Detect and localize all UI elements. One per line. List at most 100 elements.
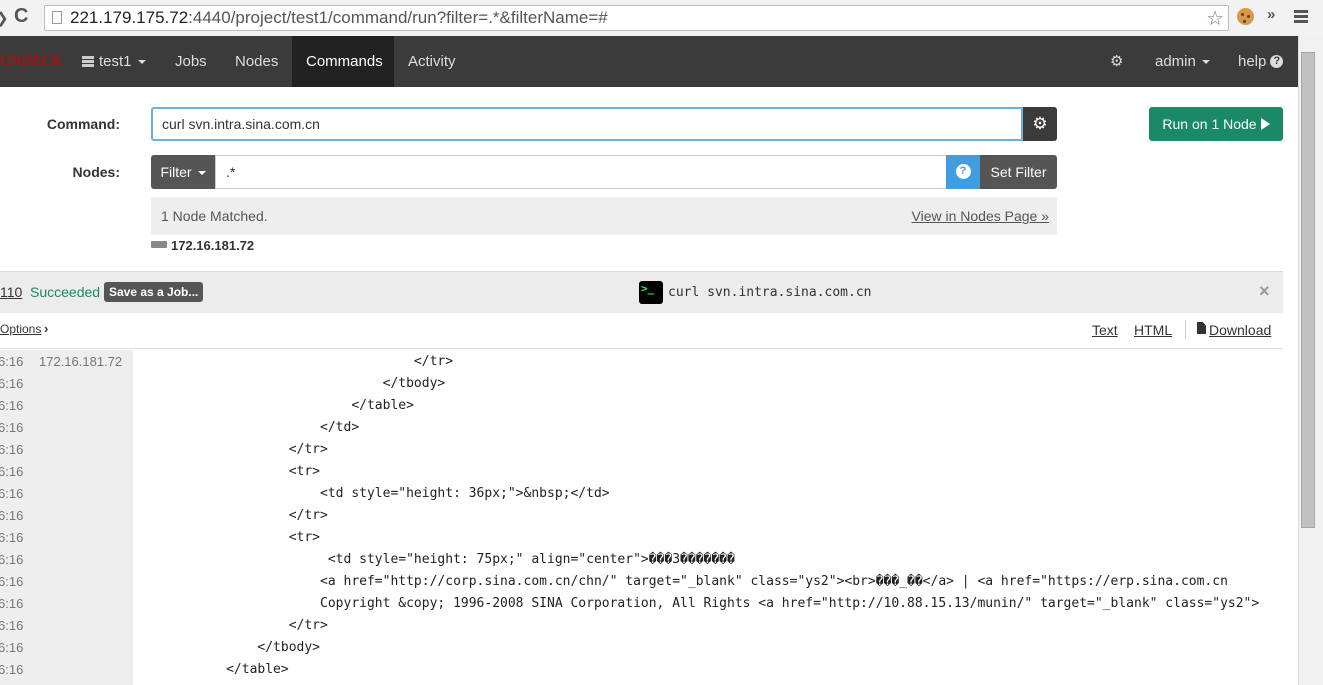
log-row: 6:16 </tbody> [0, 372, 1283, 394]
log-text: </table> [140, 398, 414, 413]
chevron-right-icon[interactable]: › [44, 321, 48, 336]
log-timestamp: 6:16 [0, 640, 24, 655]
execution-log[interactable]: 6:16 172.16.181.72 </tr> 6:16 </tbody> 6:16… [0, 350, 1283, 685]
log-text: </td> [140, 420, 360, 435]
view-in-nodes-page-link[interactable]: View in Nodes Page » [912, 208, 1050, 224]
log-text: </tr> [140, 508, 328, 523]
log-row: 6:16 <tr> [0, 526, 1283, 548]
log-timestamp: 6:16 [0, 662, 24, 677]
nav-activity[interactable]: Activity [394, 36, 470, 87]
log-timestamp: 6:16 [0, 464, 24, 479]
save-as-job-button[interactable]: Save as a Job... [104, 282, 204, 302]
command-options-gear-icon[interactable]: ⚙ [1023, 107, 1057, 141]
log-timestamp: 6:16 [0, 618, 24, 633]
log-timestamp: 6:16 [0, 420, 24, 435]
bookmark-star-icon[interactable]: ☆ [1206, 6, 1224, 31]
nav-commands[interactable]: Commands [292, 36, 394, 87]
scrollbar-thumb[interactable] [1301, 52, 1315, 528]
log-row: 6:16 <a href="http://corp.sina.com.cn/ch… [0, 570, 1283, 592]
log-row: 6:16 </td> [0, 416, 1283, 438]
settings-gear-icon[interactable]: ⚙ [1110, 36, 1123, 87]
log-text: <tr> [140, 530, 321, 545]
log-timestamp: 6:16 [0, 376, 24, 391]
options-toggle-link[interactable]: Options [0, 322, 41, 336]
caret-down-icon [197, 171, 206, 176]
log-text: </tbody> [140, 376, 446, 391]
browser-menu-icon[interactable] [1294, 10, 1308, 13]
log-timestamp: 6:16 [0, 530, 24, 545]
nodes-matched-panel: 1 Node Matched. View in Nodes Page » [151, 197, 1057, 235]
nav-jobs[interactable]: Jobs [161, 36, 221, 87]
run-command-button[interactable]: Run on 1 Node [1149, 107, 1283, 141]
format-text-link[interactable]: Text [1092, 322, 1118, 338]
log-timestamp: 6:16 [0, 552, 24, 567]
user-menu[interactable]: admin [1155, 36, 1210, 87]
log-text: </table> [140, 662, 289, 677]
server-icon [82, 55, 94, 67]
log-edge [1282, 350, 1283, 685]
brand-logo[interactable]: UNDECK [0, 36, 63, 87]
log-text: Copyright &copy; 1996-2008 SINA Corporat… [140, 596, 1260, 611]
extensions-overflow-icon[interactable]: » [1267, 6, 1275, 23]
filter-label: Filter [160, 164, 192, 180]
matched-node-name[interactable]: 172.16.181.72 [171, 238, 254, 253]
log-text: </tr> [140, 618, 328, 633]
set-filter-button[interactable]: Set Filter [980, 155, 1057, 189]
node-hdd-icon [151, 241, 167, 248]
log-row: 6:16 </tr> [0, 614, 1283, 636]
log-row: 6:16 </table> [0, 394, 1283, 416]
execution-id-link[interactable]: 110 [0, 284, 22, 300]
log-timestamp: 6:16 [0, 574, 24, 589]
nodes-matched-text: 1 Node Matched. [161, 208, 268, 224]
close-icon[interactable]: × [1259, 281, 1270, 302]
node-filter-input[interactable] [215, 155, 947, 189]
caret-down-icon [137, 60, 146, 65]
log-text: </tr> [140, 354, 454, 369]
log-timestamp: 6:16 [0, 486, 24, 501]
project-name: test1 [99, 53, 132, 70]
back-arrow-icon[interactable]: ❯ [0, 9, 9, 27]
log-row: 6:16 Copyright &copy; 1996-2008 SINA Cor… [0, 592, 1283, 614]
page-scrollbar[interactable] [1298, 36, 1323, 685]
browser-toolbar: ❯ C 221.179.175.72:4440/project/test1/co… [0, 0, 1323, 37]
app-navbar: UNDECK test1 Jobs Nodes Commands Activit… [0, 36, 1298, 87]
question-circle-icon: ? [955, 164, 971, 179]
format-html-link[interactable]: HTML [1134, 322, 1172, 338]
help-label: help [1238, 53, 1267, 70]
log-row: 6:16 <td style="height: 75px;" align="ce… [0, 548, 1283, 570]
cookie-extension-icon[interactable] [1237, 8, 1254, 25]
filter-help-button[interactable]: ? [946, 155, 980, 189]
page-icon [52, 11, 62, 24]
executed-command: curl svn.intra.sina.com.cn [668, 285, 872, 300]
url-text[interactable]: 221.179.175.72:4440/project/test1/comman… [70, 8, 608, 28]
url-path: :4440/project/test1/command/run?filter=.… [188, 8, 608, 27]
download-link[interactable]: Download [1209, 322, 1271, 338]
url-host: 221.179.175.72 [70, 8, 189, 27]
log-row: 6:16 </table> [0, 658, 1283, 680]
project-menu[interactable]: test1 [68, 36, 160, 87]
address-bar[interactable]: 221.179.175.72:4440/project/test1/comman… [44, 5, 1229, 31]
log-text: <a href="http://corp.sina.com.cn/chn/" t… [140, 574, 1228, 589]
play-icon [1260, 118, 1270, 131]
log-timestamp: 6:16 [0, 508, 24, 523]
log-row: 6:16 172.16.181.72 </tr> [0, 350, 1283, 372]
log-row: 6:16 <tr> [0, 460, 1283, 482]
file-icon [1197, 322, 1206, 334]
log-timestamp: 6:16 [0, 354, 24, 369]
log-timestamp: 6:16 [0, 596, 24, 611]
command-input[interactable] [151, 107, 1023, 141]
log-node: 172.16.181.72 [39, 354, 123, 369]
log-text: <td style="height: 36px;">&nbsp;</td> [140, 486, 610, 501]
nav-nodes[interactable]: Nodes [221, 36, 292, 87]
log-row: 6:16 <td style="height: 36px;">&nbsp;</t… [0, 482, 1283, 504]
format-separator [1185, 320, 1186, 338]
command-label: Command: [46, 116, 120, 132]
reload-icon[interactable]: C [14, 5, 28, 28]
log-timestamp: 6:16 [0, 442, 24, 457]
output-options-bar: Options › Text HTML Download [0, 312, 1283, 349]
help-menu[interactable]: help? [1238, 36, 1284, 87]
filter-dropdown-button[interactable]: Filter [151, 155, 215, 189]
log-text: </tbody> [140, 640, 321, 655]
log-text: <tr> [140, 464, 321, 479]
log-timestamp: 6:16 [0, 398, 24, 413]
